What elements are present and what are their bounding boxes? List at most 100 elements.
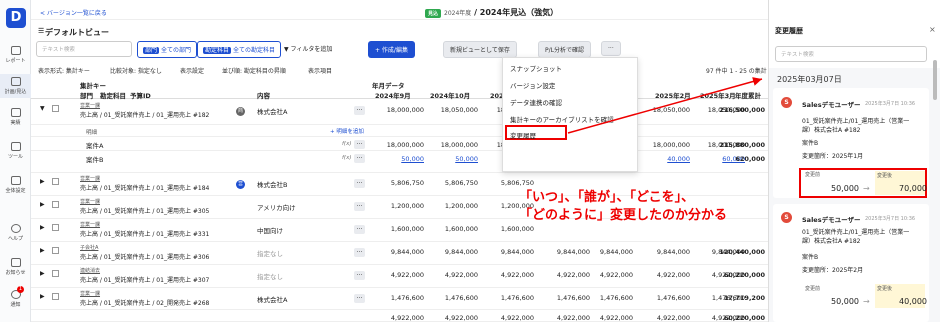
nav-help[interactable]: ヘルプ [0,222,31,244]
cell-value: 1,476,600 [656,294,690,302]
cell-value: 9,844,000 [500,248,534,256]
app-logo[interactable]: D [6,8,26,28]
col-account[interactable]: 勘定科目 [100,90,126,100]
cell-value: 18,000,000 [386,106,424,114]
cell-value: 1,200,000 [390,202,424,210]
row-checkbox[interactable] [52,293,59,300]
menu-item-snapshot[interactable]: スナップショット [510,63,562,73]
row-dept: 営業一課 [80,291,101,297]
panel-search-input[interactable]: テキスト検索 [775,46,927,62]
menu-item-data-link[interactable]: データ連携の確認 [510,97,562,107]
cell-value[interactable]: 40,000 [632,155,690,163]
cell-value: 1,476,600 [500,294,534,302]
menu-item-version-settings[interactable]: バージョン設定 [510,80,555,90]
row-checkbox[interactable] [52,178,59,185]
expand-icon[interactable]: ▶ [40,178,45,185]
col-budget-id[interactable]: 予算ID [130,90,151,100]
row-checkbox[interactable] [52,247,59,254]
group-header: 集計キー [80,82,106,90]
save-new-view-button[interactable]: 新規ビューとして保存 [443,41,517,58]
row-account-path: 売上高 / 01_受託案件売上 / 01_運用売上 #305 [80,208,210,215]
cell-total: 60,220,000 [723,271,765,279]
dept-filter-chip[interactable]: 部門 全ての部門 [137,41,198,58]
history-desc: 01_受託案件売上/01_運用売上（営業一課）株式会社A #182 [802,229,910,245]
row-menu-button[interactable]: ··· [354,225,365,234]
cell-value: 4,922,000 [500,271,534,279]
cell-value[interactable]: 50,000 [420,155,478,163]
pager-text: 97 件中 1 - 25 の集計 [706,68,767,75]
avatar: S [781,212,792,223]
formula-icon[interactable]: f(x) [342,155,351,161]
gear-icon [10,176,21,185]
row-menu-button[interactable]: ··· [354,202,365,211]
search-input[interactable]: テキスト検索 [36,41,132,57]
row-checkbox[interactable] [52,201,59,208]
row-menu-button[interactable]: ··· [354,294,365,303]
sort-order-option[interactable]: 並び順: 勘定科目の昇順 [222,66,286,75]
row-dept: 営業一課 [80,199,101,205]
cell-value: 5,806,750 [500,179,534,187]
expand-icon[interactable]: ▶ [40,201,45,208]
compare-option[interactable]: 比較対象: 指定なし [110,66,162,75]
row-menu-button[interactable]: ··· [354,140,365,149]
help-icon [10,224,21,233]
cell-value: 9,844,000 [599,248,633,256]
more-menu-button[interactable]: ··· [601,41,621,56]
row-content: 案件A [86,142,104,150]
col-content[interactable]: 内容 [257,90,270,100]
create-edit-button[interactable]: + 作成/編集 [368,41,415,58]
pl-analysis-button[interactable]: P/L分析で確認 [538,41,591,58]
formula-icon[interactable]: f(x) [342,141,351,147]
history-desc: 01_受託案件売上/01_運用売上（営業一課）株式会社A #182 [802,118,910,134]
display-settings-option[interactable]: 表示設定 [180,66,204,75]
expand-icon[interactable]: ▶ [40,247,45,254]
nav-news[interactable]: お知らせ [0,256,31,278]
add-filter-button[interactable]: ▼ フィルタを追加 [284,44,332,53]
menu-icon[interactable]: ☰ [38,27,44,35]
display-items-option[interactable]: 表示項目 [308,66,332,75]
menu-item-change-history[interactable]: 変更履歴 [510,130,536,140]
row-menu-button[interactable]: ··· [354,248,365,257]
row-account-path: 売上高 / 01_受託案件売上 / 01_運用売上 #184 [80,185,210,192]
row-account-path: 売上高 / 01_受託案件売上 / 01_運用売上 #182 [80,112,210,119]
cell-value: 9,844,000 [444,248,478,256]
row-content: 株式会社B [257,181,288,189]
nav-report[interactable]: レポート [0,44,31,66]
row-checkbox[interactable] [52,105,59,112]
row-menu-button[interactable]: ··· [354,154,365,163]
panel-scrollbar[interactable] [933,60,937,100]
close-icon[interactable]: × [929,25,936,34]
row-dept: 子会社A [80,245,99,251]
row-menu-button[interactable]: ··· [354,271,365,280]
after-value: 70,000 [899,184,927,193]
month-group-header: 年月データ [372,82,405,90]
row-menu-button[interactable]: ··· [354,106,365,115]
expand-icon[interactable]: ▶ [40,293,45,300]
account-filter-chip[interactable]: 勘定科目 全ての勘定科目 [197,41,282,58]
top-bar [31,0,768,20]
col-dept[interactable]: 部門 [80,90,93,100]
cell-value: 4,922,000 [599,314,633,322]
row-account-path: 売上高 / 01_受託案件売上 / 01_運用売上 #306 [80,254,210,261]
after-label: 変更後 [877,173,893,179]
history-date: 2025年03月07日 [777,75,842,84]
expand-icon[interactable]: ▶ [40,224,45,231]
row-dept: 営業一課 [80,176,101,182]
back-link[interactable]: < バージョン一覧に戻る [40,8,107,17]
expand-icon[interactable]: ▶ [40,270,45,277]
cell-value[interactable]: 50,000 [366,155,424,163]
cell-value: 1,600,000 [390,225,424,233]
display-format-option[interactable]: 表示形式: 集計キー [38,66,90,75]
row-checkbox[interactable] [52,224,59,231]
cell-value: 1,600,000 [444,225,478,233]
avatar: S [781,97,792,108]
row-checkbox[interactable] [52,270,59,277]
row-menu-button[interactable]: ··· [354,179,365,188]
nav-notify[interactable]: 通知 [0,288,31,310]
nav-tools[interactable]: ツール [0,140,31,162]
nav-plan[interactable]: 計画/見込 [0,74,31,98]
nav-settings[interactable]: 全体設定 [0,174,31,196]
collapse-icon[interactable]: ▼ [40,105,45,112]
nav-actual[interactable]: 実績 [0,106,31,128]
add-detail-button[interactable]: + 明細を追加 [330,127,364,135]
